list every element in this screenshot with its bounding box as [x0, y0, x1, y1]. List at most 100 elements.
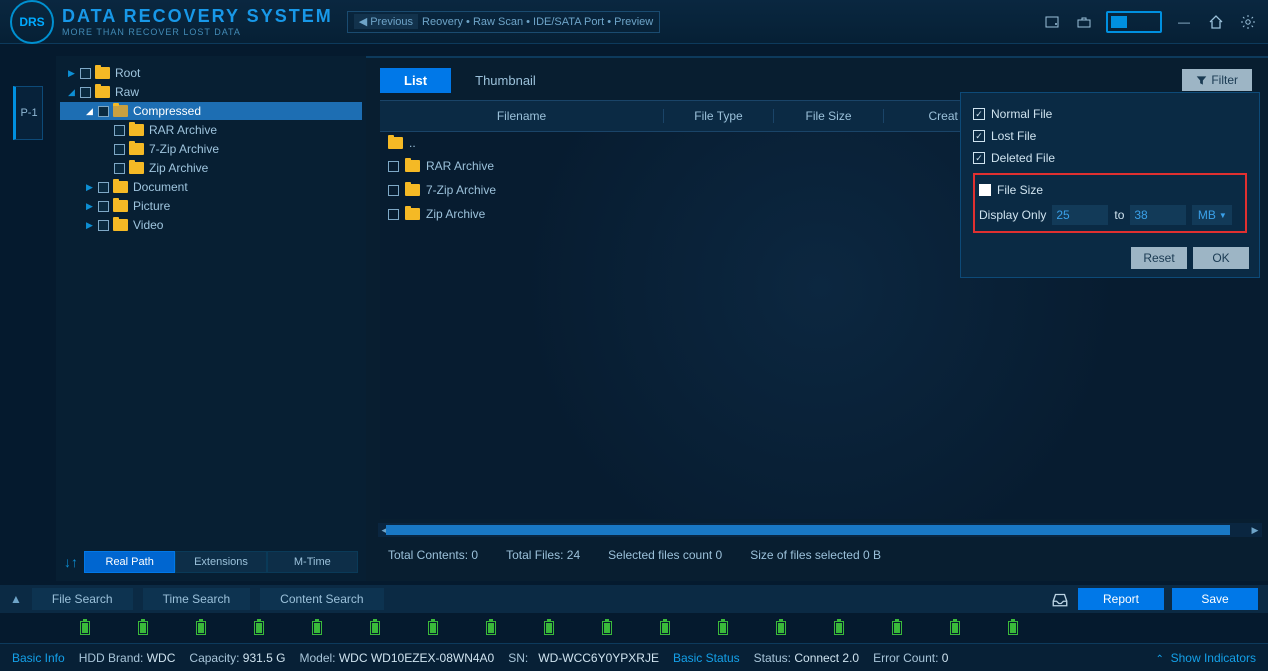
scroll-right-icon[interactable]: ▶ — [1248, 523, 1262, 537]
folder-icon — [129, 162, 144, 174]
app-subtitle: MORE THAN RECOVER LOST DATA — [62, 27, 333, 37]
collapse-icon[interactable]: ▶ — [68, 68, 78, 79]
indicator-icon — [776, 621, 786, 635]
tree-checkbox[interactable] — [80, 68, 91, 79]
toolbox-icon[interactable] — [1074, 12, 1094, 32]
folder-icon — [113, 219, 128, 231]
filter-size-range: Display Only to MB ▼ — [979, 205, 1241, 225]
file-name: .. — [409, 136, 416, 150]
indicator-icon — [428, 621, 438, 635]
show-indicators-button[interactable]: ⌃ Show Indicators — [1156, 651, 1256, 665]
filter-panel: ✓ Normal File ✓ Lost File ✓ Deleted File… — [960, 92, 1260, 278]
size-to-input[interactable] — [1130, 205, 1186, 225]
horizontal-scrollbar[interactable]: ◀ ▶ — [380, 523, 1260, 537]
collapse-icon[interactable]: ▶ — [86, 201, 96, 212]
folder-icon — [129, 124, 144, 136]
checkbox-checked-icon[interactable]: ✓ — [973, 152, 985, 164]
expand-icon[interactable]: ◢ — [68, 87, 78, 98]
report-button[interactable]: Report — [1078, 588, 1164, 610]
filter-lost-file[interactable]: ✓ Lost File — [973, 125, 1247, 147]
indicator-icon — [602, 621, 612, 635]
minimize-button[interactable]: — — [1174, 12, 1194, 32]
col-filesize[interactable]: File Size — [774, 109, 884, 123]
time-search-button[interactable]: Time Search — [143, 588, 251, 610]
tree-pane: ▶ Root ◢ Raw ◢ Compressed RAR Archive — [56, 56, 366, 581]
tree-node-root[interactable]: ▶ Root — [60, 64, 362, 82]
checkbox-checked-icon[interactable]: ✓ — [973, 108, 985, 120]
tree-checkbox[interactable] — [114, 125, 125, 136]
tree-node-document[interactable]: ▶ Document — [60, 178, 362, 196]
filter-reset-button[interactable]: Reset — [1131, 247, 1187, 269]
save-button[interactable]: Save — [1172, 588, 1258, 610]
tree-checkbox[interactable] — [98, 182, 109, 193]
inbox-icon[interactable] — [1050, 589, 1070, 609]
sort-icon[interactable]: ↓↑ — [64, 554, 78, 570]
partition-tab[interactable]: P-1 — [13, 86, 42, 140]
left-rail: P-1 — [0, 56, 56, 581]
breadcrumb-previous-button[interactable]: ◀ Previous — [354, 14, 418, 29]
tab-real-path[interactable]: Real Path — [84, 551, 175, 573]
size-unit-select[interactable]: MB ▼ — [1192, 205, 1232, 225]
tree-checkbox[interactable] — [98, 201, 109, 212]
tree-node-7zip[interactable]: 7-Zip Archive — [60, 140, 362, 158]
tree-checkbox[interactable] — [98, 106, 109, 117]
search-bar: ▲ File Search Time Search Content Search… — [0, 585, 1268, 613]
file-search-button[interactable]: File Search — [32, 588, 133, 610]
indicator-icon — [370, 621, 380, 635]
scroll-left-icon[interactable]: ◀ — [378, 523, 392, 537]
tree-checkbox[interactable] — [80, 87, 91, 98]
file-checkbox[interactable] — [388, 161, 399, 172]
file-checkbox[interactable] — [388, 209, 399, 220]
tab-m-time[interactable]: M-Time — [267, 551, 358, 573]
checkbox-checked-icon[interactable]: ✓ — [973, 130, 985, 142]
unit-label: MB — [1198, 208, 1216, 222]
col-filename[interactable]: Filename — [380, 109, 664, 123]
home-button[interactable] — [1206, 12, 1226, 32]
serial-number: SN: WD-WCC6Y0YPXRJE — [508, 651, 659, 665]
tab-extensions[interactable]: Extensions — [175, 551, 266, 573]
folder-icon — [113, 105, 128, 117]
filter-filesize-toggle[interactable]: File Size — [979, 179, 1241, 201]
view-tab-list[interactable]: List — [380, 68, 451, 93]
tree-node-zip[interactable]: Zip Archive — [60, 159, 362, 177]
indicator-icon — [892, 621, 902, 635]
collapse-icon[interactable]: ▶ — [86, 220, 96, 231]
tree-node-picture[interactable]: ▶ Picture — [60, 197, 362, 215]
info-bar: Basic Info HDD Brand: WDC Capacity: 931.… — [0, 643, 1268, 671]
tree-node-compressed[interactable]: ◢ Compressed — [60, 102, 362, 120]
size-from-input[interactable] — [1052, 205, 1108, 225]
content-search-button[interactable]: Content Search — [260, 588, 383, 610]
file-name: 7-Zip Archive — [426, 183, 496, 197]
display-only-label: Display Only — [979, 208, 1046, 222]
folder-icon — [95, 86, 110, 98]
model: Model: WDC WD10EZEX-08WN4A0 — [299, 651, 494, 665]
filter-deleted-file[interactable]: ✓ Deleted File — [973, 147, 1247, 169]
basic-status-label[interactable]: Basic Status — [673, 651, 740, 665]
indicator-icon — [486, 621, 496, 635]
disk-icon[interactable] — [1042, 12, 1062, 32]
file-checkbox[interactable] — [388, 185, 399, 196]
filter-button[interactable]: Filter — [1182, 69, 1252, 91]
scan-progress-indicator — [1106, 11, 1162, 33]
collapse-up-icon[interactable]: ▲ — [10, 592, 22, 606]
filter-ok-button[interactable]: OK — [1193, 247, 1249, 269]
expand-icon[interactable]: ◢ — [86, 106, 96, 117]
view-tab-thumbnail[interactable]: Thumbnail — [451, 68, 560, 93]
col-filetype[interactable]: File Type — [664, 109, 774, 123]
checkbox-unchecked-icon[interactable] — [979, 184, 991, 196]
basic-info-label[interactable]: Basic Info — [12, 651, 65, 665]
tree-node-rar[interactable]: RAR Archive — [60, 121, 362, 139]
indicator-row — [0, 613, 1268, 643]
tree-label: Raw — [115, 85, 139, 99]
tree-bottom-tabs: ↓↑ Real Path Extensions M-Time — [64, 551, 358, 573]
tree-node-video[interactable]: ▶ Video — [60, 216, 362, 234]
tree-node-raw[interactable]: ◢ Raw — [60, 83, 362, 101]
tree-checkbox[interactable] — [114, 144, 125, 155]
settings-button[interactable] — [1238, 12, 1258, 32]
collapse-icon[interactable]: ▶ — [86, 182, 96, 193]
folder-icon — [405, 184, 420, 196]
filter-normal-file[interactable]: ✓ Normal File — [973, 103, 1247, 125]
tree-checkbox[interactable] — [98, 220, 109, 231]
tree-checkbox[interactable] — [114, 163, 125, 174]
stat-selected-count: Selected files count 0 — [608, 548, 722, 562]
